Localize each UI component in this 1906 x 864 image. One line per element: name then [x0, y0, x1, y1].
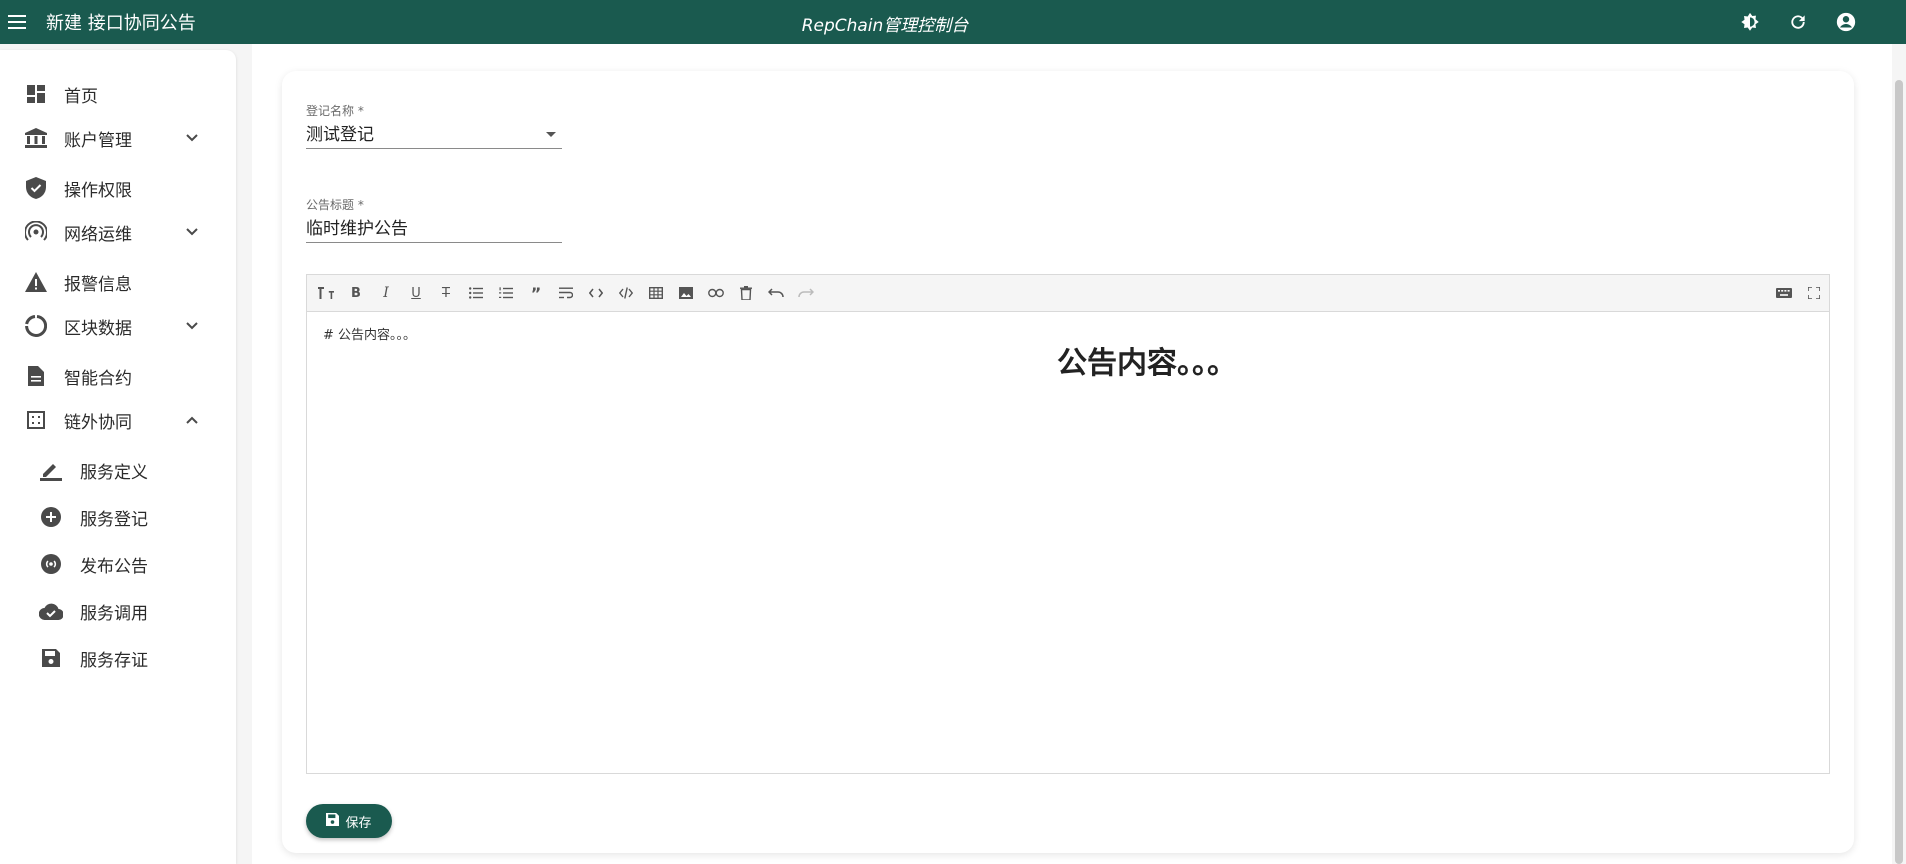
grid-icon	[24, 408, 48, 432]
sidebar-item-label: 首页	[64, 86, 98, 107]
wrap-icon[interactable]	[557, 284, 575, 302]
sidebar-item-service-invocation[interactable]: 服务调用	[0, 591, 236, 631]
sidebar-item-contracts[interactable]: 智能合约	[0, 356, 236, 396]
sidebar-item-network[interactable]: 网络运维	[0, 212, 236, 252]
sidebar-item-publish-announcement[interactable]: 发布公告	[0, 544, 236, 584]
signal-icon	[24, 220, 48, 244]
editor-preview-heading: 公告内容。。。	[1057, 346, 1237, 381]
account-icon[interactable]	[1834, 10, 1858, 34]
registration-select[interactable]: 登记名称 * 测试登记	[306, 102, 562, 149]
sidebar-item-label: 服务存证	[80, 650, 148, 671]
broadcast-icon	[39, 552, 63, 576]
table-icon[interactable]	[647, 284, 665, 302]
sidebar-item-label: 发布公告	[80, 556, 148, 577]
save-icon	[326, 812, 340, 830]
redo-icon[interactable]	[797, 284, 815, 302]
sidebar-item-blocks[interactable]: 区块数据	[0, 306, 236, 346]
underline-icon[interactable]: U	[407, 284, 425, 302]
markdown-editor[interactable]: B I U T ” # 公告内容。。。 公告内容。。。	[306, 274, 1830, 774]
sidebar-item-alerts[interactable]: 报警信息	[0, 262, 236, 302]
strikethrough-icon[interactable]: T	[437, 284, 455, 302]
sidebar-item-permissions[interactable]: 操作权限	[0, 168, 236, 208]
sidebar-item-label: 服务登记	[80, 509, 148, 530]
sidebar-item-label: 智能合约	[64, 368, 132, 389]
cloud-check-icon	[39, 599, 63, 623]
pencil-icon	[39, 458, 63, 482]
announcement-title-field[interactable]: 公告标题 * 临时维护公告	[306, 196, 562, 243]
undo-icon[interactable]	[767, 284, 785, 302]
app-bar: 新建 接口协同公告 RepChain管理控制台	[0, 0, 1906, 44]
sidebar-item-label: 服务定义	[80, 462, 148, 483]
sidebar-item-service-definition[interactable]: 服务定义	[0, 450, 236, 490]
dashboard-icon	[24, 82, 48, 106]
inline-code-icon[interactable]	[587, 284, 605, 302]
warning-icon	[24, 270, 48, 294]
bank-icon	[24, 126, 48, 150]
image-icon[interactable]	[677, 284, 695, 302]
sidebar-item-label: 操作权限	[64, 180, 132, 201]
bold-icon[interactable]: B	[347, 284, 365, 302]
save-button[interactable]: 保存	[306, 804, 392, 838]
quote-icon[interactable]: ”	[527, 284, 545, 303]
chevron-down-icon[interactable]	[180, 126, 204, 150]
code-block-icon[interactable]	[617, 284, 635, 302]
sidebar-item-label: 区块数据	[64, 318, 132, 339]
keyboard-icon[interactable]	[1775, 284, 1793, 302]
registration-value[interactable]: 测试登记	[306, 123, 562, 149]
theme-toggle-icon[interactable]	[1738, 10, 1762, 34]
chevron-up-icon[interactable]	[180, 408, 204, 432]
registration-label: 登记名称 *	[306, 104, 364, 118]
numbered-list-icon[interactable]	[497, 284, 515, 302]
document-icon	[24, 364, 48, 388]
save-button-label: 保存	[345, 815, 372, 831]
clear-icon[interactable]	[737, 284, 755, 302]
sidebar-item-accounts[interactable]: 账户管理	[0, 118, 236, 158]
refresh-icon[interactable]	[1786, 10, 1810, 34]
dropdown-arrow-icon[interactable]	[546, 132, 556, 137]
shield-check-icon	[24, 176, 48, 200]
heading-icon[interactable]	[317, 284, 335, 302]
save-icon	[39, 646, 63, 670]
donut-icon	[24, 314, 48, 338]
sidebar-item-service-registration[interactable]: 服务登记	[0, 497, 236, 537]
editor-source-text[interactable]: # 公告内容。。。	[323, 324, 416, 343]
chevron-down-icon[interactable]	[180, 314, 204, 338]
fullscreen-icon[interactable]	[1805, 284, 1823, 302]
sidebar-item-service-attestation[interactable]: 服务存证	[0, 638, 236, 678]
sidebar-item-label: 网络运维	[64, 224, 132, 245]
italic-icon[interactable]: I	[377, 284, 395, 302]
sidebar-item-offchain[interactable]: 链外协同	[0, 400, 236, 440]
plus-circle-icon	[39, 505, 63, 529]
app-title: RepChain管理控制台	[801, 16, 969, 36]
sidebar-item-label: 服务调用	[80, 603, 148, 624]
announcement-title-input[interactable]: 临时维护公告	[306, 217, 562, 243]
sidebar: 首页 账户管理 操作权限 网络运维 报警信息 区块数据 智能合约 链外协同 服务…	[0, 50, 236, 864]
chevron-down-icon[interactable]	[180, 220, 204, 244]
sidebar-item-label: 账户管理	[64, 130, 132, 151]
bullet-list-icon[interactable]	[467, 284, 485, 302]
announcement-title-label: 公告标题 *	[306, 198, 364, 212]
page-scrollbar[interactable]	[1895, 80, 1903, 864]
link-icon[interactable]	[707, 284, 725, 302]
sidebar-item-home[interactable]: 首页	[0, 74, 236, 114]
sidebar-item-label: 链外协同	[64, 412, 132, 433]
editor-toolbar: B I U T ”	[307, 275, 1829, 312]
sidebar-item-label: 报警信息	[64, 274, 132, 295]
